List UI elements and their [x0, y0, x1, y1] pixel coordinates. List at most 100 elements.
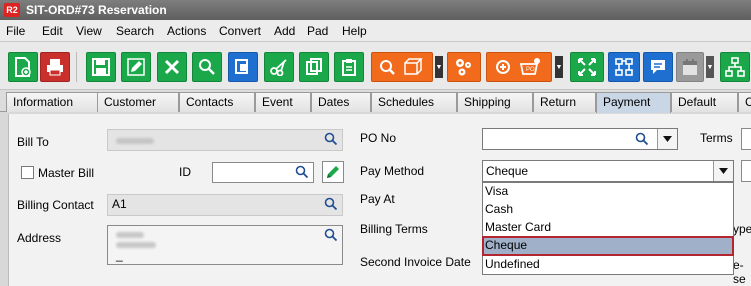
menu-convert[interactable]: Convert — [219, 24, 261, 38]
tab-event[interactable]: Event — [255, 92, 311, 112]
search-icon[interactable] — [635, 132, 649, 146]
option-master-card[interactable]: Master Card — [483, 219, 733, 237]
pay-method-label: Pay Method — [360, 164, 425, 178]
search-inventory-dropdown[interactable]: ▼ — [435, 56, 443, 78]
network-icon — [725, 57, 745, 77]
window-title: SIT-ORD#73 Reservation — [26, 3, 167, 17]
calendar-button[interactable] — [676, 52, 704, 82]
master-bill-checkbox[interactable] — [21, 166, 34, 179]
bill-to-label: Bill To — [17, 135, 49, 149]
workflow-button[interactable] — [720, 52, 750, 82]
second-invoice-date-label: Second Invoice Date — [360, 255, 471, 269]
tab-customer[interactable]: Customer — [97, 92, 179, 112]
tab-return[interactable]: Return — [533, 92, 596, 112]
print-button[interactable] — [40, 52, 70, 82]
save-icon — [92, 58, 110, 76]
billing-terms-label: Billing Terms — [360, 222, 428, 236]
tab-bar: Information Customer Contacts Event Date… — [0, 90, 751, 113]
tab-contacts[interactable]: Contacts — [179, 92, 255, 112]
pay-method-dropdown-button[interactable] — [713, 161, 733, 181]
billing-contact-value: A1 — [112, 197, 127, 211]
search-icon[interactable] — [324, 228, 338, 242]
toolbar: ▼ PO ▼ ▼ — [0, 42, 751, 90]
add-purchase-order-dropdown[interactable]: ▼ — [555, 56, 563, 78]
terms-label: Terms — [700, 131, 733, 145]
tab-dates[interactable]: Dates — [311, 92, 371, 112]
chevron-down-icon — [663, 136, 672, 142]
po-no-combo[interactable] — [482, 128, 678, 150]
printer-icon — [47, 59, 63, 76]
id-input[interactable] — [212, 162, 314, 183]
clipboard-icon — [342, 59, 356, 76]
search-box-icon — [380, 58, 423, 75]
option-cash[interactable]: Cash — [483, 201, 733, 219]
address-textarea[interactable]: _ — [107, 225, 343, 265]
tab-shipping[interactable]: Shipping — [457, 92, 533, 112]
tab-default[interactable]: Default — [671, 92, 738, 112]
hierarchy-icon — [615, 58, 633, 76]
gears-icon — [456, 59, 471, 76]
paste-button[interactable] — [334, 52, 364, 82]
search-button[interactable] — [192, 52, 222, 82]
menu-bar: File Edit View Search Actions Convert Ad… — [0, 20, 751, 42]
menu-file[interactable]: File — [6, 24, 25, 38]
address-cursor: _ — [116, 248, 123, 262]
calendar-dropdown[interactable]: ▼ — [706, 56, 714, 78]
toolbar-separator — [76, 52, 77, 82]
option-visa[interactable]: Visa — [483, 183, 733, 201]
menu-help[interactable]: Help — [342, 24, 367, 38]
billing-contact-label: Billing Contact — [17, 198, 94, 212]
app-logo: R2 — [4, 3, 20, 17]
save-button[interactable] — [86, 52, 116, 82]
po-no-dropdown-button[interactable] — [657, 129, 677, 149]
search-icon[interactable] — [295, 165, 309, 179]
duplicate-icon — [306, 58, 322, 75]
components-button[interactable] — [447, 52, 481, 82]
pencil-icon — [327, 166, 339, 178]
menu-add[interactable]: Add — [274, 24, 295, 38]
address-label: Address — [17, 231, 62, 245]
pay-method-dropdown-list: Visa Cash Master Card Cheque Undefined — [482, 182, 734, 275]
menu-pad[interactable]: Pad — [307, 24, 328, 38]
pencil-icon — [127, 58, 145, 76]
billing-contact-field[interactable]: A1 — [107, 194, 343, 216]
pay-method-select[interactable]: Cheque — [482, 160, 734, 182]
terms-secondary-field[interactable] — [741, 160, 751, 182]
calendar-icon — [683, 59, 697, 75]
option-undefined[interactable]: Undefined — [483, 256, 733, 274]
scissors-icon — [270, 59, 287, 76]
copy-button[interactable] — [228, 52, 258, 82]
menu-search[interactable]: Search — [116, 24, 154, 38]
search-icon — [199, 59, 215, 75]
duplicate-button[interactable] — [299, 52, 329, 82]
bill-to-field[interactable] — [107, 129, 343, 151]
master-bill-label: Master Bill — [38, 166, 95, 180]
expand-button[interactable] — [570, 52, 604, 82]
search-inventory-button[interactable] — [371, 52, 433, 82]
search-icon[interactable] — [324, 197, 338, 211]
structure-button[interactable] — [608, 52, 640, 82]
new-document-icon — [15, 57, 31, 77]
add-po-icon: PO — [496, 58, 540, 75]
delete-button[interactable] — [157, 52, 187, 82]
cutoff-label-se: e-se — [733, 258, 746, 286]
menu-edit[interactable]: Edit — [42, 24, 63, 38]
terms-field[interactable] — [741, 128, 751, 150]
cut-button[interactable] — [264, 52, 294, 82]
copy-icon — [235, 59, 248, 74]
tab-information[interactable]: Information — [6, 92, 99, 112]
edit-id-button[interactable] — [322, 161, 344, 183]
tab-schedules[interactable]: Schedules — [371, 92, 457, 112]
expand-icon — [578, 58, 596, 76]
menu-actions[interactable]: Actions — [167, 24, 206, 38]
new-document-button[interactable] — [8, 52, 38, 82]
tab-payment[interactable]: Payment — [596, 92, 671, 113]
edit-button[interactable] — [121, 52, 151, 82]
notes-button[interactable] — [643, 52, 673, 82]
tab-overflow[interactable]: C — [738, 92, 751, 112]
option-cheque[interactable]: Cheque — [482, 236, 734, 256]
add-purchase-order-button[interactable]: PO — [486, 52, 552, 82]
search-icon[interactable] — [324, 132, 338, 146]
cutoff-label-type: ype — [733, 222, 751, 236]
menu-view[interactable]: View — [76, 24, 102, 38]
